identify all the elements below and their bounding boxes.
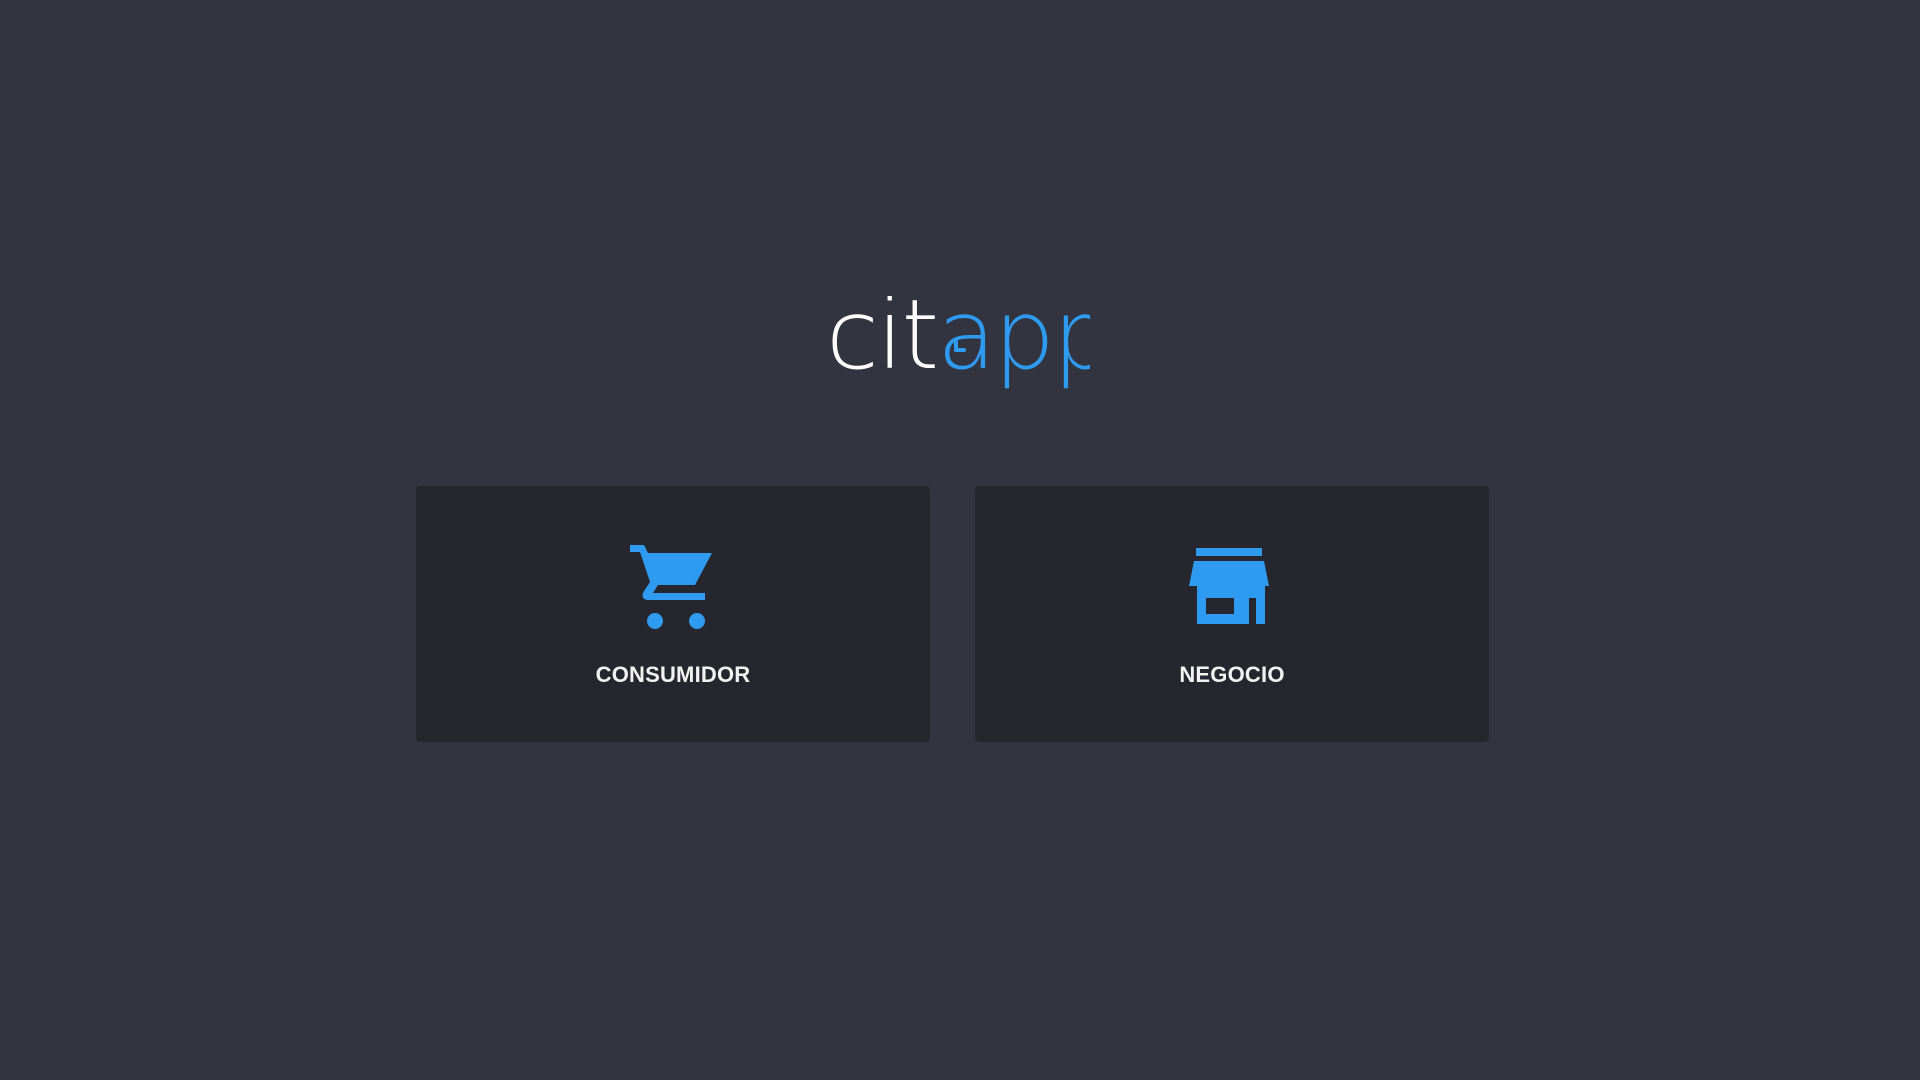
storefront-icon [1187, 542, 1277, 632]
logo-text-prefix: cit [826, 296, 937, 391]
shopping-cart-icon [628, 542, 718, 632]
app-logo: citapp [826, 296, 1090, 396]
business-option-card[interactable]: NEGOCIO [975, 486, 1489, 742]
consumer-option-label: CONSUMIDOR [595, 662, 751, 687]
logo-text-suffix: app [937, 296, 1090, 391]
business-option-label: NEGOCIO [1179, 662, 1285, 687]
consumer-option-card[interactable]: CONSUMIDOR [416, 486, 930, 742]
